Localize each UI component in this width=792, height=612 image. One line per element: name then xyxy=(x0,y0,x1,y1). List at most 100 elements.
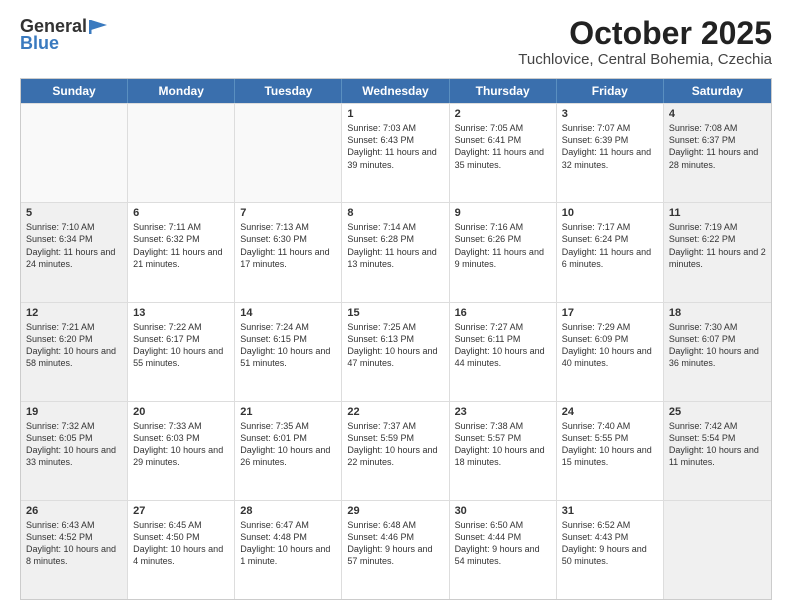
empty-cell xyxy=(21,104,128,202)
daylight-hours: Daylight: 11 hours and 28 minutes. xyxy=(669,147,758,169)
cell-info: Sunrise: 7:11 AMSunset: 6:32 PMDaylight:… xyxy=(133,221,229,270)
daylight-hours: Daylight: 11 hours and 32 minutes. xyxy=(562,147,651,169)
cell-info: Sunrise: 7:22 AMSunset: 6:17 PMDaylight:… xyxy=(133,321,229,370)
cell-info: Sunrise: 6:47 AMSunset: 4:48 PMDaylight:… xyxy=(240,519,336,568)
day-22: 22Sunrise: 7:37 AMSunset: 5:59 PMDayligh… xyxy=(342,402,449,500)
day-27: 27Sunrise: 6:45 AMSunset: 4:50 PMDayligh… xyxy=(128,501,235,599)
page: General Blue October 2025 Tuchlovice, Ce… xyxy=(0,0,792,612)
day-number: 26 xyxy=(26,505,122,517)
day-number: 25 xyxy=(669,406,766,418)
daylight-hours: Daylight: 11 hours and 13 minutes. xyxy=(347,247,436,269)
daylight-hours: Daylight: 11 hours and 6 minutes. xyxy=(562,247,651,269)
day-31: 31Sunrise: 6:52 AMSunset: 4:43 PMDayligh… xyxy=(557,501,664,599)
day-number: 12 xyxy=(26,307,122,319)
daylight-hours: Daylight: 9 hours and 57 minutes. xyxy=(347,544,432,566)
day-number: 14 xyxy=(240,307,336,319)
day-number: 2 xyxy=(455,108,551,120)
day-number: 4 xyxy=(669,108,766,120)
day-number: 6 xyxy=(133,207,229,219)
cell-info: Sunrise: 6:43 AMSunset: 4:52 PMDaylight:… xyxy=(26,519,122,568)
daylight-hours: Daylight: 11 hours and 35 minutes. xyxy=(455,147,544,169)
daylight-hours: Daylight: 11 hours and 21 minutes. xyxy=(133,247,222,269)
day-25: 25Sunrise: 7:42 AMSunset: 5:54 PMDayligh… xyxy=(664,402,771,500)
daylight-hours: Daylight: 10 hours and 33 minutes. xyxy=(26,445,116,467)
day-13: 13 Sunrise: 7:22 AMSunset: 6:17 PMDayligh… xyxy=(128,303,235,401)
day-7: 7Sunrise: 7:13 AMSunset: 6:30 PMDaylight… xyxy=(235,203,342,301)
day-number: 30 xyxy=(455,505,551,517)
day-17: 17Sunrise: 7:29 AMSunset: 6:09 PMDayligh… xyxy=(557,303,664,401)
header-day-sunday: Sunday xyxy=(21,79,128,103)
cell-info: Sunrise: 7:27 AMSunset: 6:11 PMDaylight:… xyxy=(455,321,551,370)
daylight-hours: Daylight: 10 hours and 51 minutes. xyxy=(240,346,330,368)
cell-info: Sunrise: 6:45 AMSunset: 4:50 PMDaylight:… xyxy=(133,519,229,568)
day-number: 15 xyxy=(347,307,443,319)
header-day-thursday: Thursday xyxy=(450,79,557,103)
header: General Blue October 2025 Tuchlovice, Ce… xyxy=(20,16,772,68)
daylight-hours: Daylight: 10 hours and 8 minutes. xyxy=(26,544,116,566)
day-15: 15 Sunrise: 7:25 AMSunset: 6:13 PMDayligh… xyxy=(342,303,449,401)
day-4: 4 Sunrise: 7:08 AMSunset: 6:37 PMDaylight… xyxy=(664,104,771,202)
day-26: 26 Sunrise: 6:43 AMSunset: 4:52 PMDayligh… xyxy=(21,501,128,599)
logo-flag-icon xyxy=(89,20,107,34)
day-number: 31 xyxy=(562,505,658,517)
daylight-hours: Daylight: 9 hours and 54 minutes. xyxy=(455,544,540,566)
day-6: 6 Sunrise: 7:11 AMSunset: 6:32 PMDaylight… xyxy=(128,203,235,301)
month-title: October 2025 xyxy=(518,16,772,51)
daylight-hours: Daylight: 10 hours and 36 minutes. xyxy=(669,346,759,368)
day-number: 29 xyxy=(347,505,443,517)
day-number: 13 xyxy=(133,307,229,319)
cell-info: Sunrise: 7:37 AMSunset: 5:59 PMDaylight:… xyxy=(347,420,443,469)
cell-info: Sunrise: 7:03 AMSunset: 6:43 PMDaylight:… xyxy=(347,122,443,171)
day-2: 2Sunrise: 7:05 AMSunset: 6:41 PMDaylight… xyxy=(450,104,557,202)
cell-info: Sunrise: 7:29 AMSunset: 6:09 PMDaylight:… xyxy=(562,321,658,370)
daylight-hours: Daylight: 10 hours and 40 minutes. xyxy=(562,346,652,368)
daylight-hours: Daylight: 10 hours and 18 minutes. xyxy=(455,445,545,467)
header-day-monday: Monday xyxy=(128,79,235,103)
daylight-hours: Daylight: 10 hours and 4 minutes. xyxy=(133,544,223,566)
cell-info: Sunrise: 7:38 AMSunset: 5:57 PMDaylight:… xyxy=(455,420,551,469)
daylight-hours: Daylight: 11 hours and 2 minutes. xyxy=(669,247,766,269)
empty-cell xyxy=(128,104,235,202)
day-number: 5 xyxy=(26,207,122,219)
day-number: 1 xyxy=(347,108,443,120)
day-18: 18 Sunrise: 7:30 AMSunset: 6:07 PMDayligh… xyxy=(664,303,771,401)
day-12: 12 Sunrise: 7:21 AMSunset: 6:20 PMDayligh… xyxy=(21,303,128,401)
day-20: 20Sunrise: 7:33 AMSunset: 6:03 PMDayligh… xyxy=(128,402,235,500)
cell-info: Sunrise: 7:25 AMSunset: 6:13 PMDaylight:… xyxy=(347,321,443,370)
day-number: 21 xyxy=(240,406,336,418)
day-number: 28 xyxy=(240,505,336,517)
cell-info: Sunrise: 7:19 AMSunset: 6:22 PMDaylight:… xyxy=(669,221,766,270)
daylight-hours: Daylight: 10 hours and 26 minutes. xyxy=(240,445,330,467)
daylight-hours: Daylight: 10 hours and 11 minutes. xyxy=(669,445,759,467)
empty-cell xyxy=(664,501,771,599)
day-29: 29 Sunrise: 6:48 AMSunset: 4:46 PMDayligh… xyxy=(342,501,449,599)
day-number: 11 xyxy=(669,207,766,219)
daylight-hours: Daylight: 10 hours and 47 minutes. xyxy=(347,346,437,368)
cell-info: Sunrise: 7:32 AMSunset: 6:05 PMDaylight:… xyxy=(26,420,122,469)
title-block: October 2025 Tuchlovice, Central Bohemia… xyxy=(518,16,772,68)
daylight-hours: Daylight: 10 hours and 44 minutes. xyxy=(455,346,545,368)
day-23: 23 Sunrise: 7:38 AMSunset: 5:57 PMDayligh… xyxy=(450,402,557,500)
day-21: 21Sunrise: 7:35 AMSunset: 6:01 PMDayligh… xyxy=(235,402,342,500)
day-number: 8 xyxy=(347,207,443,219)
week-1: 1 Sunrise: 7:03 AMSunset: 6:43 PMDaylight… xyxy=(21,103,771,202)
cell-info: Sunrise: 7:21 AMSunset: 6:20 PMDaylight:… xyxy=(26,321,122,370)
day-number: 16 xyxy=(455,307,551,319)
daylight-hours: Daylight: 10 hours and 55 minutes. xyxy=(133,346,223,368)
empty-cell xyxy=(235,104,342,202)
day-number: 9 xyxy=(455,207,551,219)
day-number: 23 xyxy=(455,406,551,418)
day-number: 24 xyxy=(562,406,658,418)
cell-info: Sunrise: 7:24 AMSunset: 6:15 PMDaylight:… xyxy=(240,321,336,370)
day-30: 30Sunrise: 6:50 AMSunset: 4:44 PMDayligh… xyxy=(450,501,557,599)
day-1: 1 Sunrise: 7:03 AMSunset: 6:43 PMDaylight… xyxy=(342,104,449,202)
day-24: 24Sunrise: 7:40 AMSunset: 5:55 PMDayligh… xyxy=(557,402,664,500)
cell-info: Sunrise: 7:08 AMSunset: 6:37 PMDaylight:… xyxy=(669,122,766,171)
cell-info: Sunrise: 7:17 AMSunset: 6:24 PMDaylight:… xyxy=(562,221,658,270)
cell-info: Sunrise: 7:30 AMSunset: 6:07 PMDaylight:… xyxy=(669,321,766,370)
day-3: 3Sunrise: 7:07 AMSunset: 6:39 PMDaylight… xyxy=(557,104,664,202)
cell-info: Sunrise: 7:07 AMSunset: 6:39 PMDaylight:… xyxy=(562,122,658,171)
cell-info: Sunrise: 6:48 AMSunset: 4:46 PMDaylight:… xyxy=(347,519,443,568)
day-number: 18 xyxy=(669,307,766,319)
cell-info: Sunrise: 7:16 AMSunset: 6:26 PMDaylight:… xyxy=(455,221,551,270)
